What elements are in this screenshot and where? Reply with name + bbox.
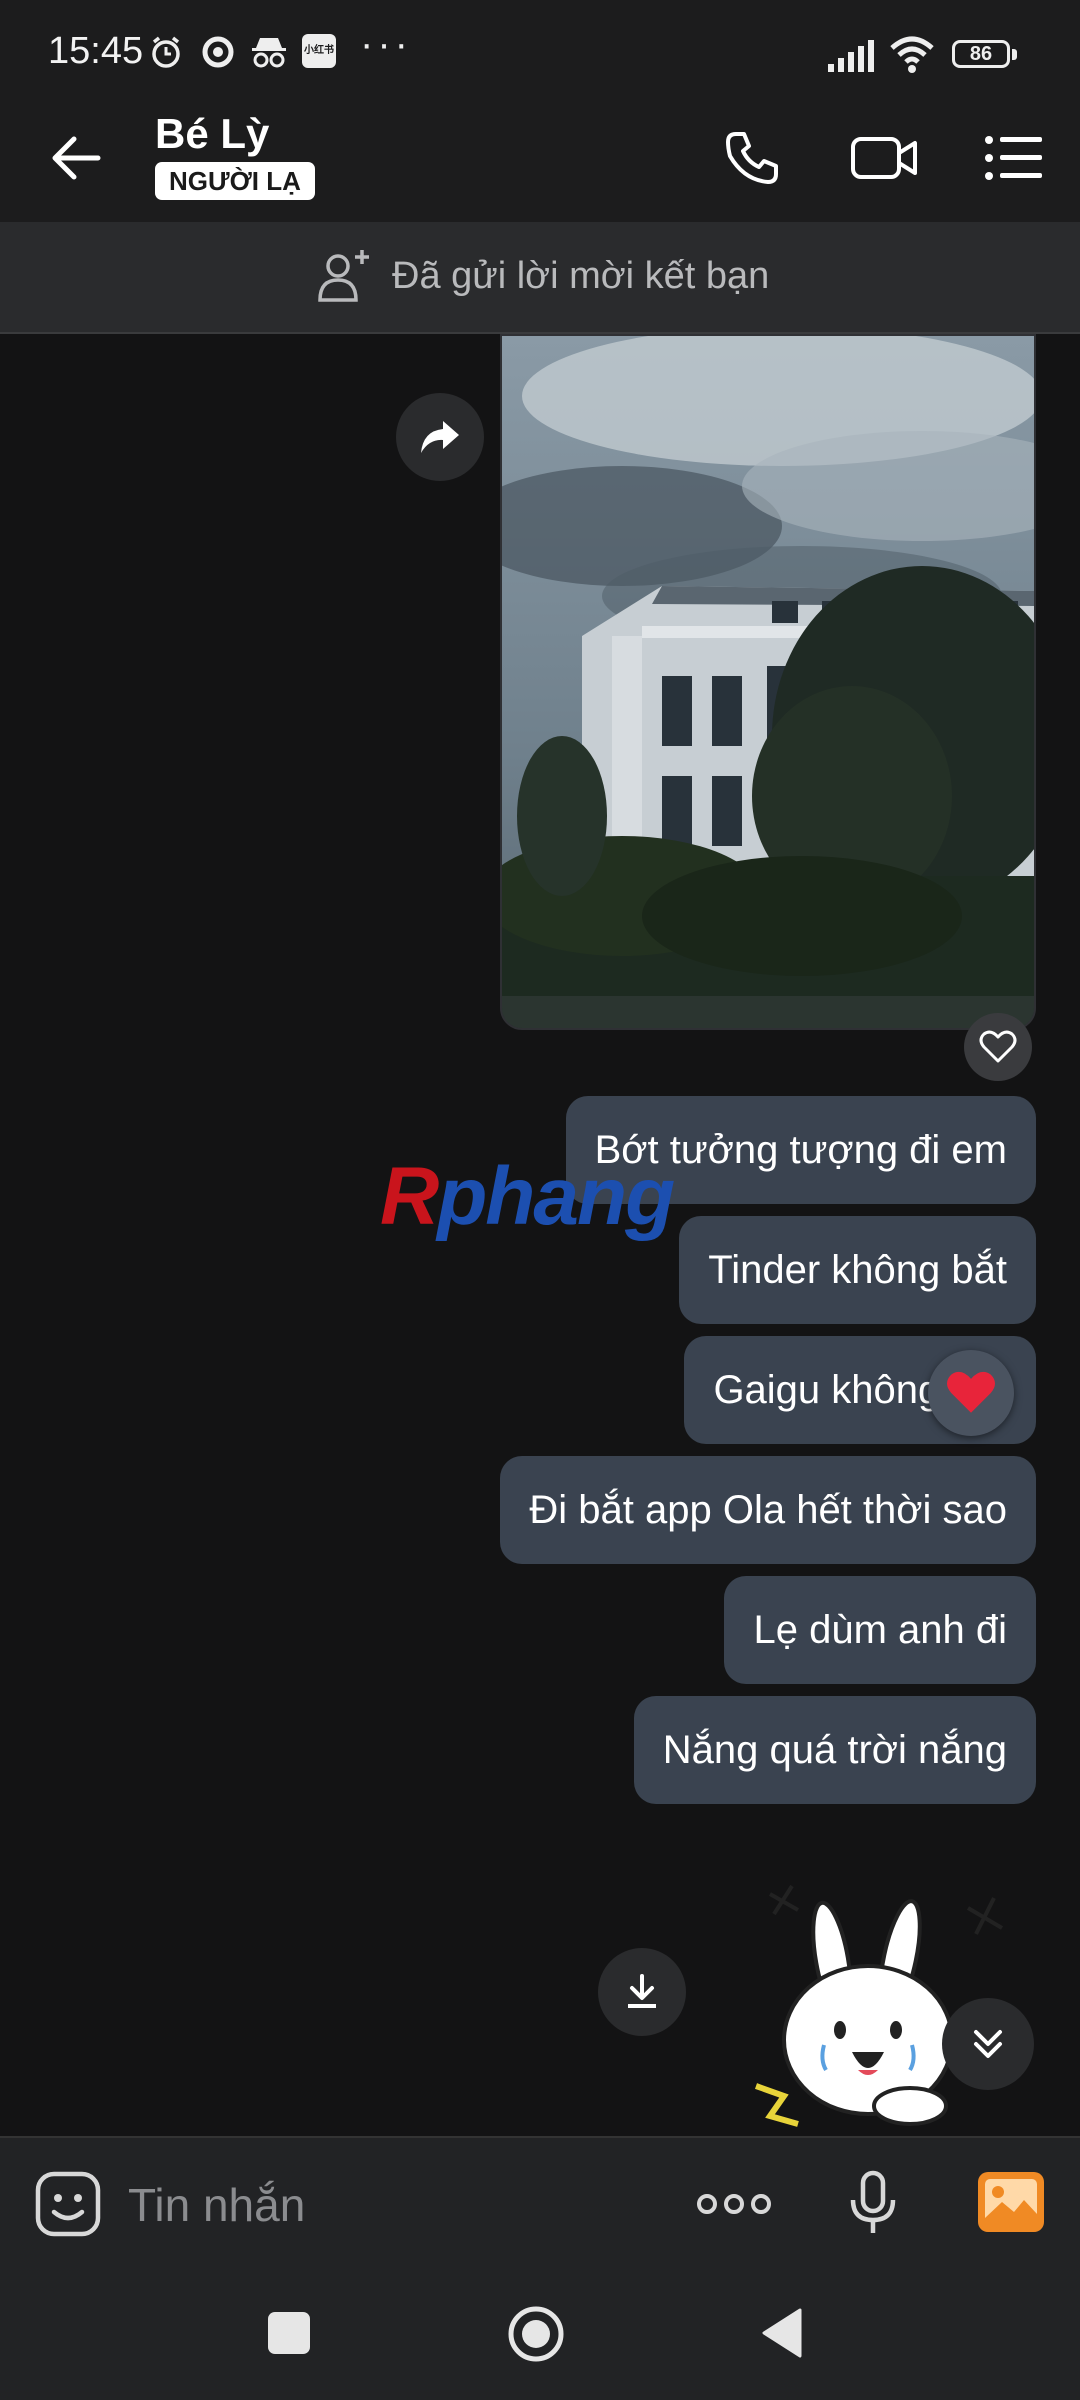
- voice-call-button[interactable]: [712, 118, 792, 198]
- image-gallery-icon[interactable]: [976, 2170, 1046, 2234]
- sync-circle-icon: [202, 36, 234, 68]
- shared-video-thumbnail[interactable]: [500, 334, 1036, 1030]
- phone-icon: [726, 132, 778, 184]
- back-arrow-icon: [52, 136, 101, 180]
- download-button[interactable]: [598, 1948, 686, 2036]
- react-heart-button[interactable]: [964, 1013, 1032, 1081]
- back-nav-button[interactable]: [760, 2306, 804, 2360]
- microphone-icon[interactable]: [848, 2170, 898, 2236]
- city-building-photo: [502, 336, 1034, 1028]
- forward-share-icon: [421, 421, 459, 453]
- battery-tip: [1012, 49, 1017, 60]
- message-bubble[interactable]: Đi bắt app Ola hết thời sao: [500, 1456, 1036, 1564]
- download-icon: [628, 1974, 656, 2008]
- wifi-icon: [890, 36, 934, 73]
- stranger-badge: NGƯỜI LẠ: [155, 162, 315, 200]
- message-bubble[interactable]: Tinder không bắt: [679, 1216, 1036, 1324]
- sticker-icon[interactable]: [34, 2170, 102, 2238]
- heart-outline-icon: [979, 1030, 1017, 1063]
- recent-apps-button[interactable]: [268, 2312, 310, 2354]
- video-camera-icon: [851, 137, 917, 179]
- double-chevron-down-icon: [974, 2030, 1002, 2058]
- alarm-icon: [152, 36, 180, 68]
- message-bubble[interactable]: Lẹ dùm anh đi: [724, 1576, 1036, 1684]
- xiaohongshu-app-icon: 小红书: [302, 34, 336, 68]
- chat-options-button[interactable]: [974, 118, 1054, 198]
- heart-filled-icon: [947, 1371, 995, 1413]
- add-friend-icon: [318, 250, 369, 302]
- scroll-to-bottom-button[interactable]: [942, 1998, 1034, 2090]
- message-input[interactable]: Tin nhắn: [128, 2178, 305, 2232]
- message-bubble[interactable]: Nắng quá trời nắng: [633, 1696, 1036, 1804]
- battery-level: 86: [952, 40, 1010, 68]
- signal-icon: [828, 40, 874, 72]
- friend-request-text: Đã gửi lời mời kết bạn: [392, 255, 770, 297]
- incognito-icon: [252, 38, 286, 68]
- more-notifications-icon: ···: [360, 22, 412, 66]
- forward-button[interactable]: [396, 393, 484, 481]
- menu-list-icon: [985, 136, 1042, 180]
- heart-reaction[interactable]: [928, 1350, 1014, 1436]
- contact-name[interactable]: Bé Lỳ: [155, 110, 269, 158]
- watermark-part1: R: [380, 1151, 439, 1242]
- home-button[interactable]: [506, 2304, 566, 2364]
- status-time: 15:45: [48, 30, 144, 72]
- more-dots-icon[interactable]: [696, 2186, 772, 2222]
- video-call-button[interactable]: [844, 118, 924, 198]
- back-button[interactable]: [36, 118, 116, 198]
- watermark-logo: Rphang: [380, 1150, 675, 1244]
- watermark-part2: phang: [437, 1151, 675, 1242]
